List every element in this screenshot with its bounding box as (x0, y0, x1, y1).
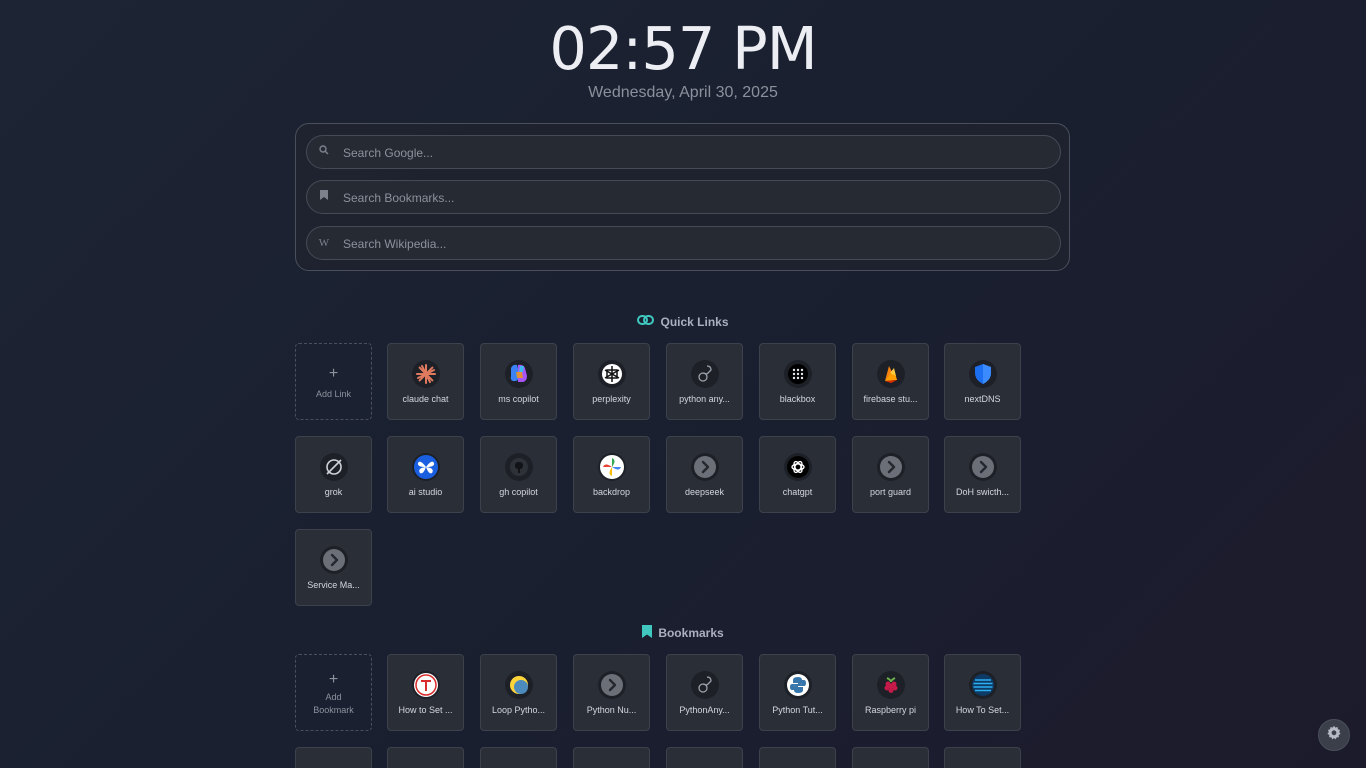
clock-time: 02:57 PM (549, 14, 817, 83)
quick-link-tile[interactable]: chatgpt (759, 436, 836, 513)
pythonanywhere-icon (691, 671, 719, 699)
search-panel: W (295, 123, 1070, 271)
bookmark-tile[interactable]: Python Tut... (759, 654, 836, 731)
quick-link-tile[interactable]: claude chat (387, 343, 464, 420)
bookmark-tile[interactable] (573, 747, 650, 768)
bookmark-tile[interactable] (759, 747, 836, 768)
bookmark-tile[interactable] (666, 747, 743, 768)
tile-label: Loop Pytho... (491, 705, 546, 715)
clock-date: Wednesday, April 30, 2025 (588, 84, 778, 101)
tile-label: deepseek (684, 487, 725, 497)
quick-link-tile[interactable]: deepseek (666, 436, 743, 513)
openai-icon (784, 453, 812, 481)
quick-links-heading: Quick Links (0, 314, 1366, 329)
tile-label: chatgpt (782, 487, 813, 497)
plus-icon: + (328, 365, 339, 382)
plus-icon: + (328, 671, 339, 688)
wikipedia-search[interactable]: W (306, 226, 1061, 261)
red-t-icon (412, 671, 440, 699)
tile-label: backdrop (592, 487, 631, 497)
google-search[interactable] (306, 135, 1061, 170)
tile-label: Python Nu... (586, 705, 637, 715)
bookmark-tile[interactable] (852, 747, 929, 768)
butterfly-icon (412, 453, 440, 481)
tile-label: firebase stu... (863, 394, 918, 404)
tile-label: How to Set ... (398, 705, 453, 715)
quick-link-tile[interactable]: backdrop (573, 436, 650, 513)
gear-icon (1326, 725, 1342, 746)
bookmark-tile[interactable]: Python Nu... (573, 654, 650, 731)
tile-label: DoH swicth... (955, 487, 1009, 497)
tile-label: Raspberry pi (864, 705, 917, 715)
python-icon (784, 671, 812, 699)
bookmark-tile[interactable]: How To Set... (944, 654, 1021, 731)
firebase-icon (877, 360, 905, 388)
chevron-right-icon (877, 453, 905, 481)
python-yellow-icon (505, 671, 533, 699)
quick-link-tile[interactable]: ai studio (387, 436, 464, 513)
perplexity-icon (598, 360, 626, 388)
add-link-button[interactable]: + Add Link (295, 343, 372, 420)
bookmark-tile[interactable] (387, 747, 464, 768)
quick-link-tile[interactable]: port guard (852, 436, 929, 513)
raspberry-icon (877, 671, 905, 699)
quick-link-tile[interactable]: Service Ma... (295, 529, 372, 606)
bookmark-tile[interactable]: PythonAny... (666, 654, 743, 731)
chevron-right-icon (691, 453, 719, 481)
tile-label: blackbox (779, 394, 816, 404)
tile-label: port guard (869, 487, 912, 497)
bookmark-tile[interactable] (480, 747, 557, 768)
settings-button[interactable] (1318, 719, 1350, 751)
bookmark-search[interactable] (306, 180, 1061, 215)
quick-link-tile[interactable]: perplexity (573, 343, 650, 420)
quick-link-tile[interactable]: gh copilot (480, 436, 557, 513)
quick-link-tile[interactable]: DoH swicth... (944, 436, 1021, 513)
google-search-input[interactable] (341, 136, 1045, 170)
tile-label: claude chat (402, 394, 449, 404)
chevron-right-icon (598, 671, 626, 699)
tile-label: python any... (679, 394, 730, 404)
blackbox-icon (784, 360, 812, 388)
bookmark-icon (642, 625, 653, 641)
shield-icon (969, 360, 997, 388)
quick-link-tile[interactable]: ms copilot (480, 343, 557, 420)
quick-link-tile[interactable]: firebase stu... (852, 343, 929, 420)
tile-label: nextDNS (964, 394, 1001, 404)
quick-link-tile[interactable]: python any... (666, 343, 743, 420)
add-bookmark-button[interactable]: + Add Bookmark (295, 654, 372, 731)
quick-link-tile[interactable]: blackbox (759, 343, 836, 420)
tile-label: PythonAny... (679, 705, 730, 715)
tile-label: gh copilot (499, 487, 538, 497)
bookmark-tile[interactable] (944, 747, 1021, 768)
wikipedia-search-input[interactable] (341, 227, 1045, 261)
link-icon (637, 314, 655, 329)
tile-label: Service Ma... (307, 580, 360, 590)
bookmark-tile[interactable]: Loop Pytho... (480, 654, 557, 731)
claude-icon (412, 360, 440, 388)
grok-icon (320, 453, 348, 481)
tile-label: Python Tut... (772, 705, 823, 715)
tile-label: perplexity (592, 394, 631, 404)
copilot-icon (505, 360, 533, 388)
quick-link-tile[interactable]: nextDNS (944, 343, 1021, 420)
globe-icon (969, 671, 997, 699)
bookmark-icon (317, 189, 331, 205)
tile-label: How To Set... (955, 705, 1010, 715)
pythonanywhere-icon (691, 360, 719, 388)
search-icon (317, 144, 331, 160)
bookmarks-heading: Bookmarks (0, 625, 1366, 641)
chevron-right-icon (969, 453, 997, 481)
bookmark-tile[interactable]: Raspberry pi (852, 654, 929, 731)
bookmark-tile[interactable]: How to Set ... (387, 654, 464, 731)
bookmark-tile[interactable] (295, 747, 372, 768)
tile-label: grok (324, 487, 343, 497)
bookmark-search-input[interactable] (341, 181, 1045, 215)
quick-link-tile[interactable]: grok (295, 436, 372, 513)
tile-label: ai studio (408, 487, 443, 497)
tile-label: ms copilot (498, 394, 539, 404)
chevron-right-icon (320, 546, 348, 574)
github-icon (505, 453, 533, 481)
pinwheel-icon (598, 453, 626, 481)
wikipedia-icon: W (318, 237, 330, 249)
